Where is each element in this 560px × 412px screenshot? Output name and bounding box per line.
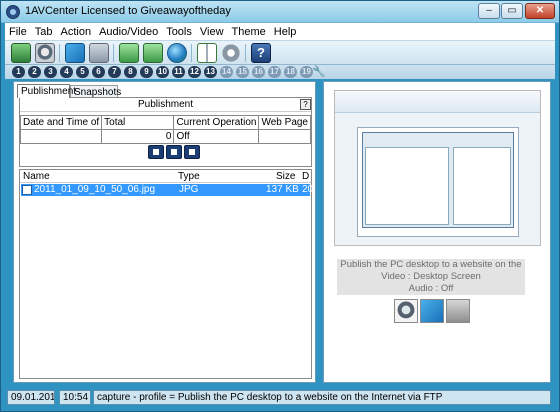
- tab-number-8[interactable]: 8: [124, 66, 137, 78]
- cell-total: 0: [101, 129, 175, 144]
- tab-number-12[interactable]: 12: [188, 66, 201, 78]
- webcam-icon[interactable]: [35, 43, 55, 63]
- column-header-date[interactable]: Date and Time of: [19, 115, 103, 130]
- cell-operation: Off: [173, 129, 260, 144]
- file-list: Name Type Size D 2011_01_09_10_50_06.jpg…: [19, 169, 314, 379]
- column-header-web-page[interactable]: Web Page: [258, 115, 311, 130]
- download-icon[interactable]: [143, 43, 163, 63]
- left-panel: Publishment Snapshots Publishment ? Date…: [13, 81, 316, 383]
- tab-number-3[interactable]: 3: [44, 66, 57, 78]
- file-date: 20: [302, 184, 314, 195]
- column-header-size[interactable]: Size: [276, 171, 295, 182]
- play-button[interactable]: [148, 145, 164, 159]
- menu-tab[interactable]: Tab: [31, 23, 57, 40]
- tab-number-4[interactable]: 4: [60, 66, 73, 78]
- minimize-button[interactable]: ‒: [478, 3, 500, 19]
- publishment-table: Date and Time of Total Current Operation…: [19, 115, 311, 144]
- preview-inner-window: [362, 132, 514, 228]
- tab-number-11[interactable]: 11: [172, 66, 185, 78]
- book-icon[interactable]: [197, 43, 217, 63]
- help-icon[interactable]: ?: [251, 43, 271, 63]
- tab-number-6[interactable]: 6: [92, 66, 105, 78]
- maximize-button[interactable]: ▭: [501, 3, 523, 19]
- toolbar-separator: [113, 44, 114, 62]
- list-item[interactable]: 2011_01_09_10_50_06.jpg JPG 137 KB 20: [21, 184, 314, 196]
- webcam-icon[interactable]: [394, 299, 418, 323]
- tab-publishment[interactable]: Publishment: [17, 84, 76, 98]
- cell-date: [19, 129, 103, 144]
- tab-number-15[interactable]: 15: [236, 66, 249, 78]
- profile-description: Publish the PC desktop to a website on t…: [340, 259, 522, 270]
- status-bar: 09.01.2011 10:54 capture - profile = Pub…: [5, 388, 555, 408]
- close-button[interactable]: ✕: [525, 3, 555, 19]
- tab-number-16[interactable]: 16: [252, 66, 265, 78]
- tab-number-2[interactable]: 2: [28, 66, 41, 78]
- toolbar-separator: [191, 44, 192, 62]
- file-type: JPG: [179, 184, 199, 195]
- publishment-header: Publishment: [20, 98, 311, 112]
- snapshot-preview[interactable]: [334, 90, 541, 246]
- gears-icon[interactable]: [221, 43, 241, 63]
- file-name: 2011_01_09_10_50_06.jpg: [34, 184, 156, 195]
- tab-number-13[interactable]: 13: [204, 66, 217, 78]
- tab-number-17[interactable]: 17: [268, 66, 281, 78]
- window-title: 1AVCenter Licensed to Giveawayoftheday: [25, 5, 231, 17]
- profile-video: Video : Desktop Screen: [381, 271, 481, 282]
- edit-button[interactable]: [184, 145, 200, 159]
- status-message: capture - profile = Publish the PC deskt…: [93, 390, 551, 405]
- tab-number-5[interactable]: 5: [76, 66, 89, 78]
- table-row[interactable]: 0 Off: [19, 129, 311, 144]
- status-time: 10:54: [59, 390, 91, 405]
- menu-audio-video[interactable]: Audio/Video: [95, 23, 162, 40]
- title-bar: 1AVCenter Licensed to Giveawayoftheday ‒…: [1, 1, 559, 23]
- tab-number-10[interactable]: 10: [156, 66, 169, 78]
- profile-audio: Audio : Off: [408, 283, 454, 294]
- column-header-current-operation[interactable]: Current Operation: [173, 115, 260, 130]
- column-header-date[interactable]: D: [302, 171, 309, 182]
- cell-web-page: [258, 129, 311, 144]
- preview-inner-left: [365, 147, 449, 225]
- preview-canvas: [357, 127, 519, 237]
- status-date: 09.01.2011: [7, 390, 55, 405]
- app-logo-icon: [6, 5, 20, 19]
- menu-bar: File Tab Action Audio/Video Tools View Theme He…: [5, 23, 555, 41]
- menu-theme[interactable]: Theme: [228, 23, 270, 40]
- toolbar: ?: [5, 41, 555, 65]
- wrench-icon[interactable]: 🔧: [312, 65, 326, 78]
- preview-inner-right: [453, 147, 511, 225]
- column-header-name[interactable]: Name: [23, 171, 50, 182]
- toolbar-separator: [59, 44, 60, 62]
- preview-ribbon: [335, 91, 540, 113]
- app-window: 1AVCenter Licensed to Giveawayoftheday ‒…: [0, 0, 560, 412]
- menu-view[interactable]: View: [196, 23, 228, 40]
- user-icon[interactable]: [89, 43, 109, 63]
- menu-tools[interactable]: Tools: [162, 23, 196, 40]
- menu-help[interactable]: Help: [270, 23, 301, 40]
- tab-number-1[interactable]: 1: [12, 66, 25, 78]
- tab-number-bar: 1 2 3 4 5 6 7 8 9 10 11 12 13 14 15 16 1…: [5, 65, 555, 79]
- capture-screen-icon[interactable]: [11, 43, 31, 63]
- tab-number-9[interactable]: 9: [140, 66, 153, 78]
- toolbar-separator: [245, 44, 246, 62]
- profile-info: Publish the PC desktop to a website on t…: [337, 259, 525, 295]
- image-file-icon: [22, 185, 32, 195]
- windows-icon[interactable]: [420, 299, 444, 323]
- tab-number-14[interactable]: 14: [220, 66, 233, 78]
- windows-icon[interactable]: [65, 43, 85, 63]
- file-size: 137 KB: [266, 184, 299, 195]
- upload-icon[interactable]: [119, 43, 139, 63]
- lock-icon[interactable]: [446, 299, 470, 323]
- tab-number-7[interactable]: 7: [108, 66, 121, 78]
- column-header-type[interactable]: Type: [178, 171, 200, 182]
- menu-action[interactable]: Action: [56, 23, 95, 40]
- stop-button[interactable]: [166, 145, 182, 159]
- globe-icon[interactable]: [167, 43, 187, 63]
- publishment-help-button[interactable]: ?: [300, 99, 311, 110]
- file-list-header: Name Type Size D: [20, 170, 311, 183]
- tab-number-18[interactable]: 18: [284, 66, 297, 78]
- menu-file[interactable]: File: [5, 23, 31, 40]
- column-header-total[interactable]: Total: [101, 115, 175, 130]
- right-panel: Publish the PC desktop to a website on t…: [323, 81, 551, 383]
